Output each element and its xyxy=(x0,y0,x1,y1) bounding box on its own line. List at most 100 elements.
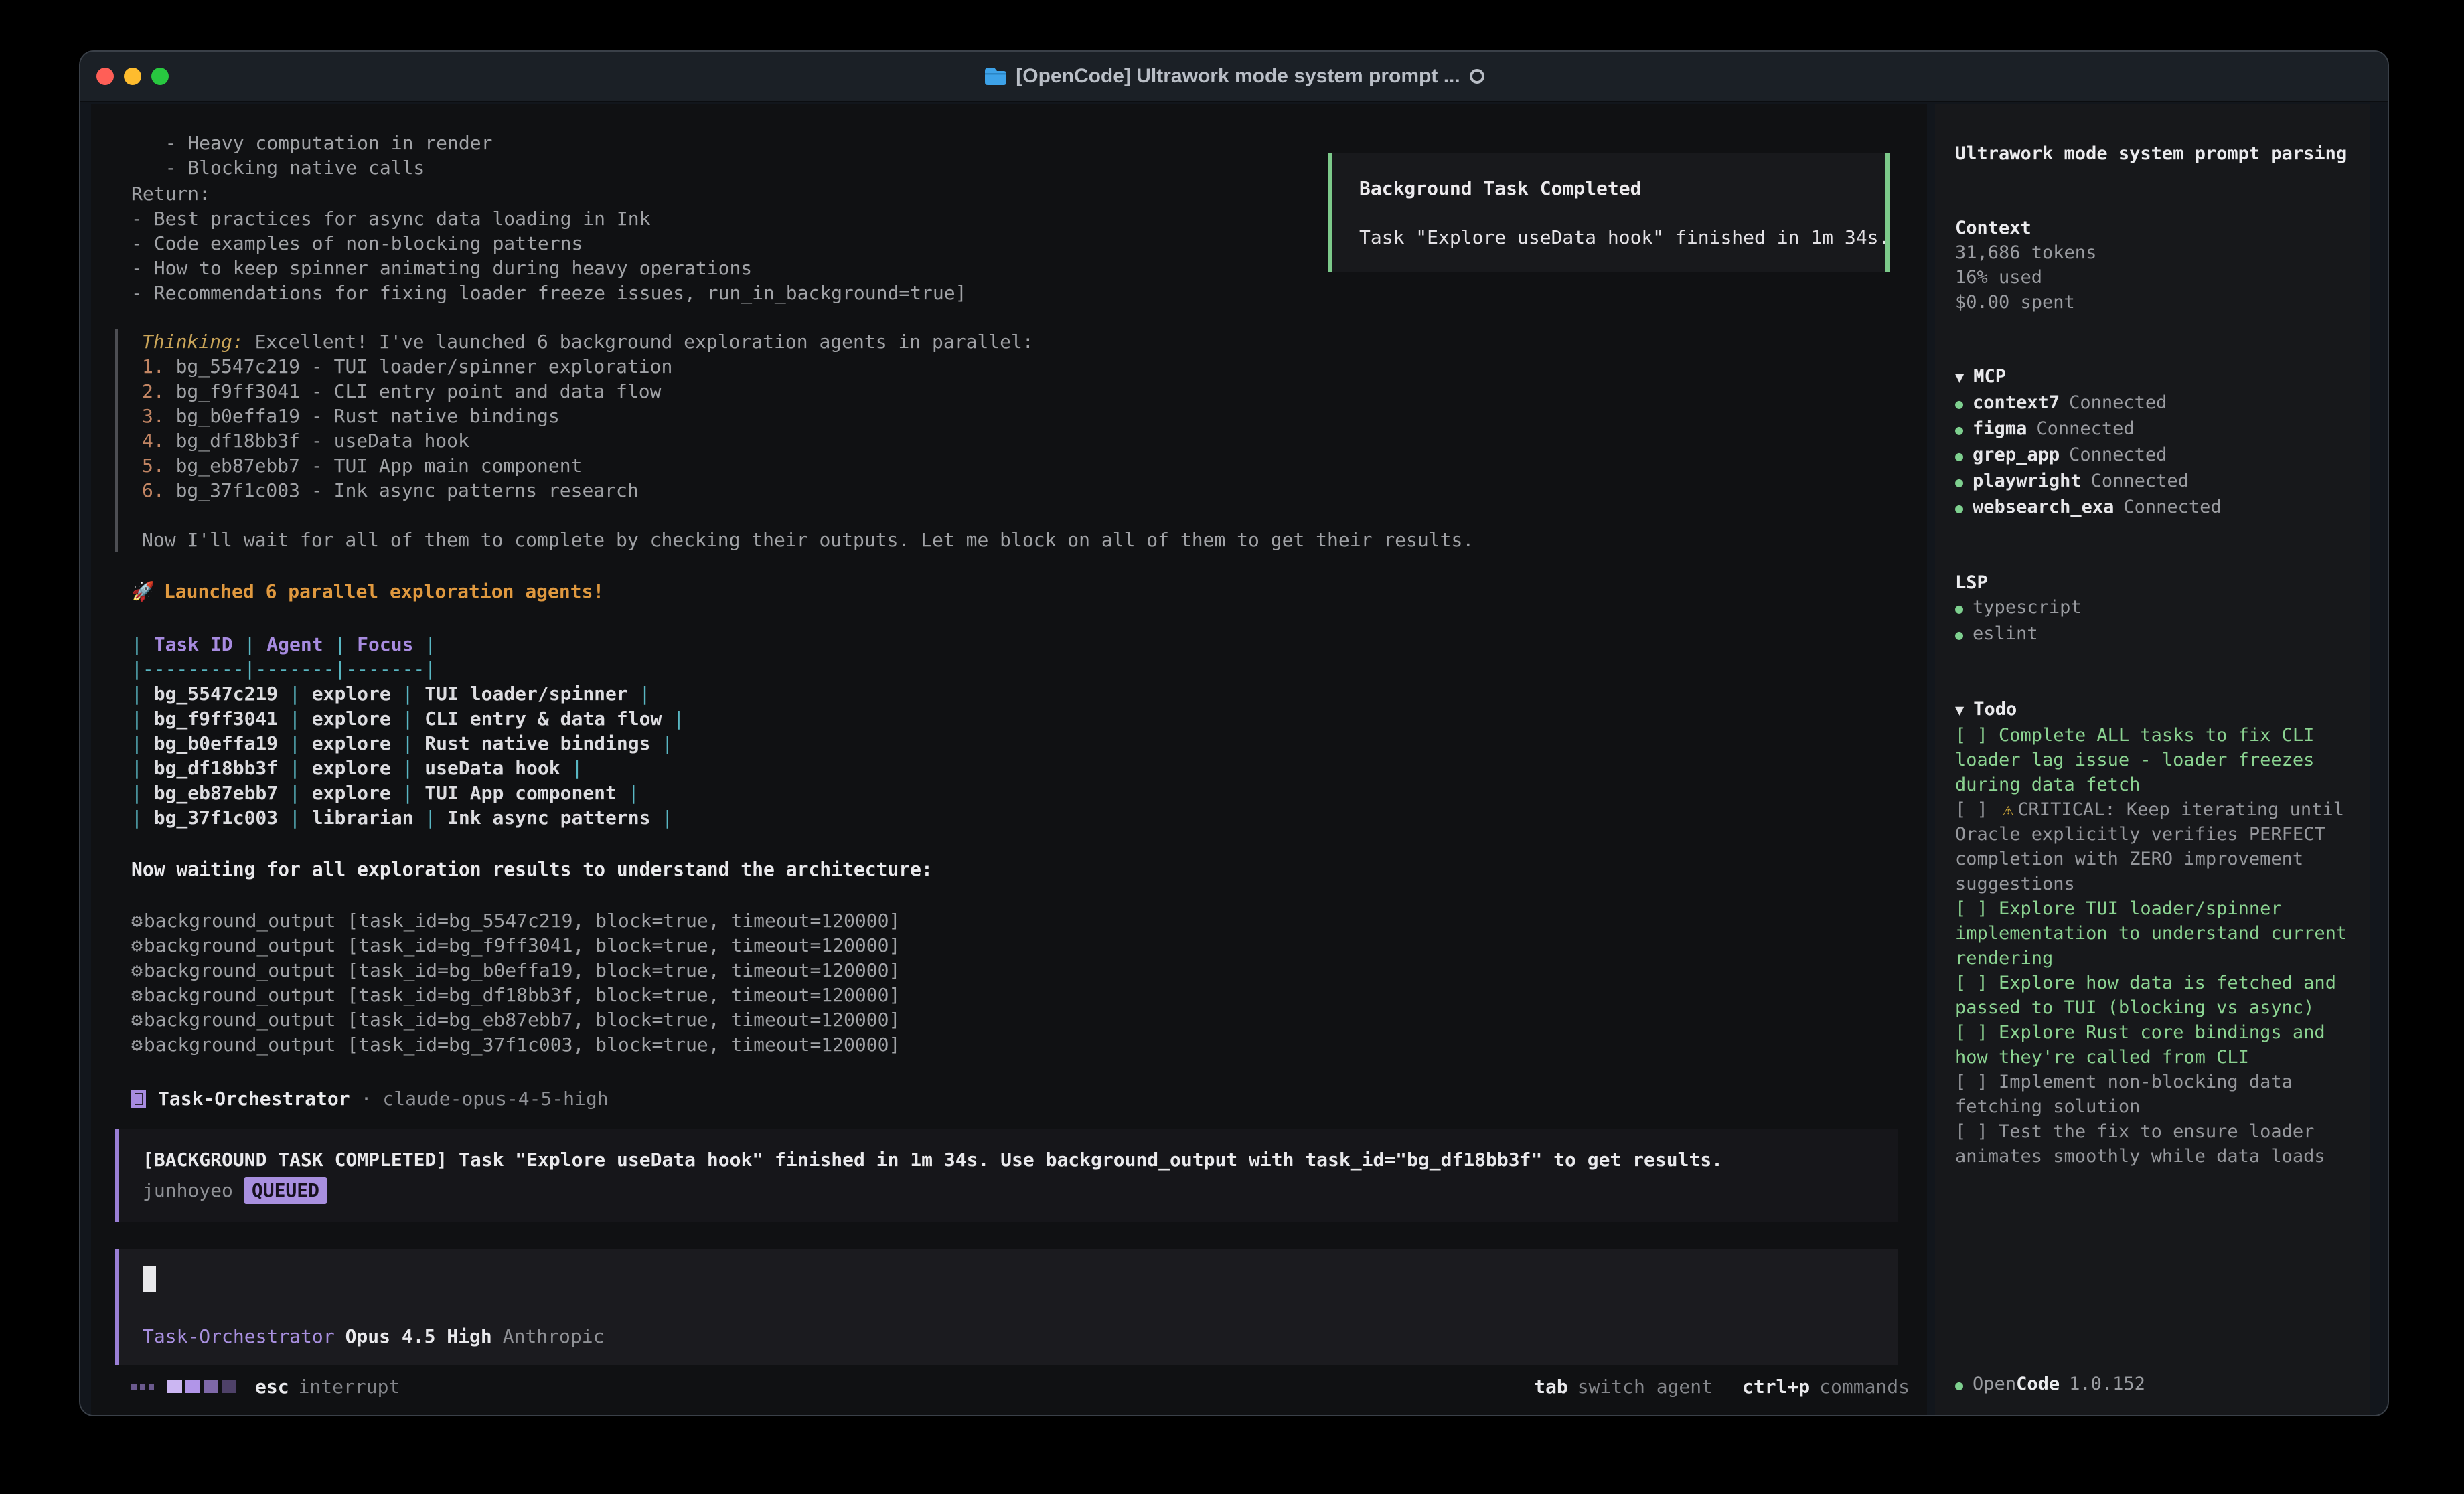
lsp-section: LSP ●typescript ●eslint xyxy=(1955,570,2357,647)
agent-icon xyxy=(131,1090,146,1108)
gear-icon: ⚙ xyxy=(131,910,143,932)
input-agent-name[interactable]: Task-Orchestrator xyxy=(143,1324,335,1349)
table-row: | bg_b0effa19 | explore | Rust native bi… xyxy=(115,731,1914,756)
agent-signature: Task-Orchestrator · claude-opus-4-5-high xyxy=(115,1086,1914,1111)
table-row: | bg_eb87ebb7 | explore | TUI App compon… xyxy=(115,780,1914,805)
waiting-heading: Now waiting for all exploration results … xyxy=(115,857,1914,882)
agent-list-item: 1. bg_5547c219 - TUI loader/spinner expl… xyxy=(131,354,1914,379)
status-dot-icon: ● xyxy=(1955,1373,1963,1398)
wait-text: Now I'll wait for all of them to complet… xyxy=(131,527,1914,552)
tool-call-line: ⚙background_output [task_id=bg_37f1c003,… xyxy=(115,1032,1914,1057)
status-dot-icon: ● xyxy=(1955,444,1963,469)
app-version: ● OpenCode 1.0.152 xyxy=(1955,1372,2357,1398)
table-row: | bg_df18bb3f | explore | useData hook | xyxy=(115,756,1914,780)
desktop: [OpenCode] Ultrawork mode system prompt … xyxy=(0,0,2464,1494)
prompt-input[interactable]: Task-Orchestrator Opus 4.5 High Anthropi… xyxy=(115,1249,1898,1365)
status-dot-icon: ● xyxy=(1955,418,1963,442)
commands-hint: ctrl+p commands xyxy=(1742,1374,1910,1399)
lsp-heading: LSP xyxy=(1955,570,2357,595)
message-user: junhoyeo xyxy=(143,1178,233,1203)
text-cursor xyxy=(143,1266,156,1292)
agent-list-item: 6. bg_37f1c003 - Ink async patterns rese… xyxy=(131,478,1914,503)
mcp-section: ▼MCP ●context7Connected ●figmaConnected … xyxy=(1955,364,2357,521)
mcp-item: ●context7Connected xyxy=(1955,390,2357,416)
session-sidebar: Ultrawork mode system prompt parsing Con… xyxy=(1935,104,2370,1415)
terminal-line: - Heavy computation in render xyxy=(115,131,1914,155)
session-title: Ultrawork mode system prompt parsing xyxy=(1955,141,2357,166)
table-separator-row: |---------|-------|-------| xyxy=(115,657,1914,681)
mcp-item: ●figmaConnected xyxy=(1955,416,2357,442)
spinner-icon xyxy=(131,1380,236,1393)
table-row: | bg_f9ff3041 | explore | CLI entry & da… xyxy=(115,706,1914,731)
chevron-down-icon: ▼ xyxy=(1955,702,1964,719)
status-bar: esc interrupt tab switch agent ctrl+p co… xyxy=(115,1365,1914,1403)
background-task-toast[interactable]: Background Task Completed Task "Explore … xyxy=(1328,153,1890,272)
mcp-heading[interactable]: ▼MCP xyxy=(1955,364,2357,390)
tab-hint: tab switch agent xyxy=(1534,1374,1713,1399)
thinking-label: Thinking: xyxy=(142,331,244,353)
version-number: 1.0.152 xyxy=(2069,1372,2145,1396)
background-completed-message[interactable]: [BACKGROUND TASK COMPLETED] Task "Explor… xyxy=(115,1129,1898,1222)
gear-icon: ⚙ xyxy=(131,934,143,957)
todo-item: [ ] Complete ALL tasks to fix CLI loader… xyxy=(1955,723,2357,797)
conversation-pane[interactable]: Background Task Completed Task "Explore … xyxy=(91,104,1927,1415)
toast-title: Background Task Completed xyxy=(1359,176,1859,201)
todo-item: [ ] Explore TUI loader/spinner implement… xyxy=(1955,896,2357,971)
folder-icon xyxy=(984,66,1006,86)
mcp-item: ●websearch_exaConnected xyxy=(1955,495,2357,521)
lsp-item: ●typescript xyxy=(1955,595,2357,621)
input-provider: Anthropic xyxy=(503,1324,605,1349)
status-dot-icon: ● xyxy=(1955,496,1963,521)
terminal-window: [OpenCode] Ultrawork mode system prompt … xyxy=(79,50,2389,1416)
tool-call-line: ⚙background_output [task_id=bg_5547c219,… xyxy=(115,908,1914,933)
opencode-app: Background Task Completed Task "Explore … xyxy=(80,102,2388,1415)
tool-calls: ⚙background_output [task_id=bg_5547c219,… xyxy=(115,908,1914,1057)
launch-banner: 🚀Launched 6 parallel exploration agents! xyxy=(115,579,1914,604)
agent-list-item: 5. bg_eb87ebb7 - TUI App main component xyxy=(131,453,1914,478)
tool-call-line: ⚙background_output [task_id=bg_b0effa19,… xyxy=(115,958,1914,983)
status-badge: QUEUED xyxy=(244,1177,327,1204)
mcp-item: ●grep_appConnected xyxy=(1955,442,2357,469)
context-section: Context 31,686 tokens 16% used $0.00 spe… xyxy=(1955,216,2357,315)
todo-item: [ ] ⚠CRITICAL: Keep iterating until Orac… xyxy=(1955,797,2357,896)
status-dot-icon: ● xyxy=(1955,596,1963,621)
todo-section: ▼Todo [ ] Complete ALL tasks to fix CLI … xyxy=(1955,697,2357,1169)
toast-body: Task "Explore useData hook" finished in … xyxy=(1359,225,1859,250)
session-indicator-icon xyxy=(1470,69,1484,84)
agent-list-item: 2. bg_f9ff3041 - CLI entry point and dat… xyxy=(131,379,1914,404)
input-model[interactable]: Opus 4.5 High xyxy=(345,1324,492,1349)
tool-call-line: ⚙background_output [task_id=bg_eb87ebb7,… xyxy=(115,1007,1914,1032)
gear-icon: ⚙ xyxy=(131,984,143,1006)
status-dot-icon: ● xyxy=(1955,470,1963,495)
todo-item: [ ] Explore how data is fetched and pass… xyxy=(1955,971,2357,1020)
context-tokens: 31,686 tokens xyxy=(1955,240,2357,265)
context-used: 16% used xyxy=(1955,265,2357,290)
todo-item: [ ] Implement non-blocking data fetching… xyxy=(1955,1070,2357,1119)
window-title-text: [OpenCode] Ultrawork mode system prompt … xyxy=(1016,65,1460,88)
message-text: [BACKGROUND TASK COMPLETED] Task "Explor… xyxy=(143,1147,1873,1172)
status-dot-icon: ● xyxy=(1955,392,1963,416)
rocket-icon: 🚀 xyxy=(131,580,155,602)
thinking-block: Thinking: Excellent! I've launched 6 bac… xyxy=(115,329,1914,552)
gear-icon: ⚙ xyxy=(131,959,143,981)
table-row: | bg_37f1c003 | librarian | Ink async pa… xyxy=(115,805,1914,830)
context-heading: Context xyxy=(1955,216,2357,240)
esc-hint: esc interrupt xyxy=(255,1374,400,1399)
todo-item: [ ] Explore Rust core bindings and how t… xyxy=(1955,1020,2357,1070)
status-dot-icon: ● xyxy=(1955,622,1963,647)
window-title: [OpenCode] Ultrawork mode system prompt … xyxy=(80,65,2388,88)
agent-list-item: 3. bg_b0effa19 - Rust native bindings xyxy=(131,404,1914,428)
agent-name: Task-Orchestrator xyxy=(158,1086,350,1111)
lsp-item: ●eslint xyxy=(1955,621,2357,647)
chevron-down-icon: ▼ xyxy=(1955,369,1964,386)
agents-table: | Task ID | Agent | Focus | |---------|-… xyxy=(115,632,1914,830)
table-header-row: | Task ID | Agent | Focus | xyxy=(115,632,1914,657)
todo-item: [ ] Test the fix to ensure loader animat… xyxy=(1955,1119,2357,1169)
mcp-item: ●playwrightConnected xyxy=(1955,469,2357,495)
agent-model: claude-opus-4-5-high xyxy=(382,1086,608,1111)
window-titlebar[interactable]: [OpenCode] Ultrawork mode system prompt … xyxy=(80,52,2388,102)
agent-list-item: 4. bg_df18bb3f - useData hook xyxy=(131,428,1914,453)
gear-icon: ⚙ xyxy=(131,1033,143,1056)
todo-heading[interactable]: ▼Todo xyxy=(1955,697,2357,723)
thinking-line: Thinking: Excellent! I've launched 6 bac… xyxy=(131,329,1914,354)
